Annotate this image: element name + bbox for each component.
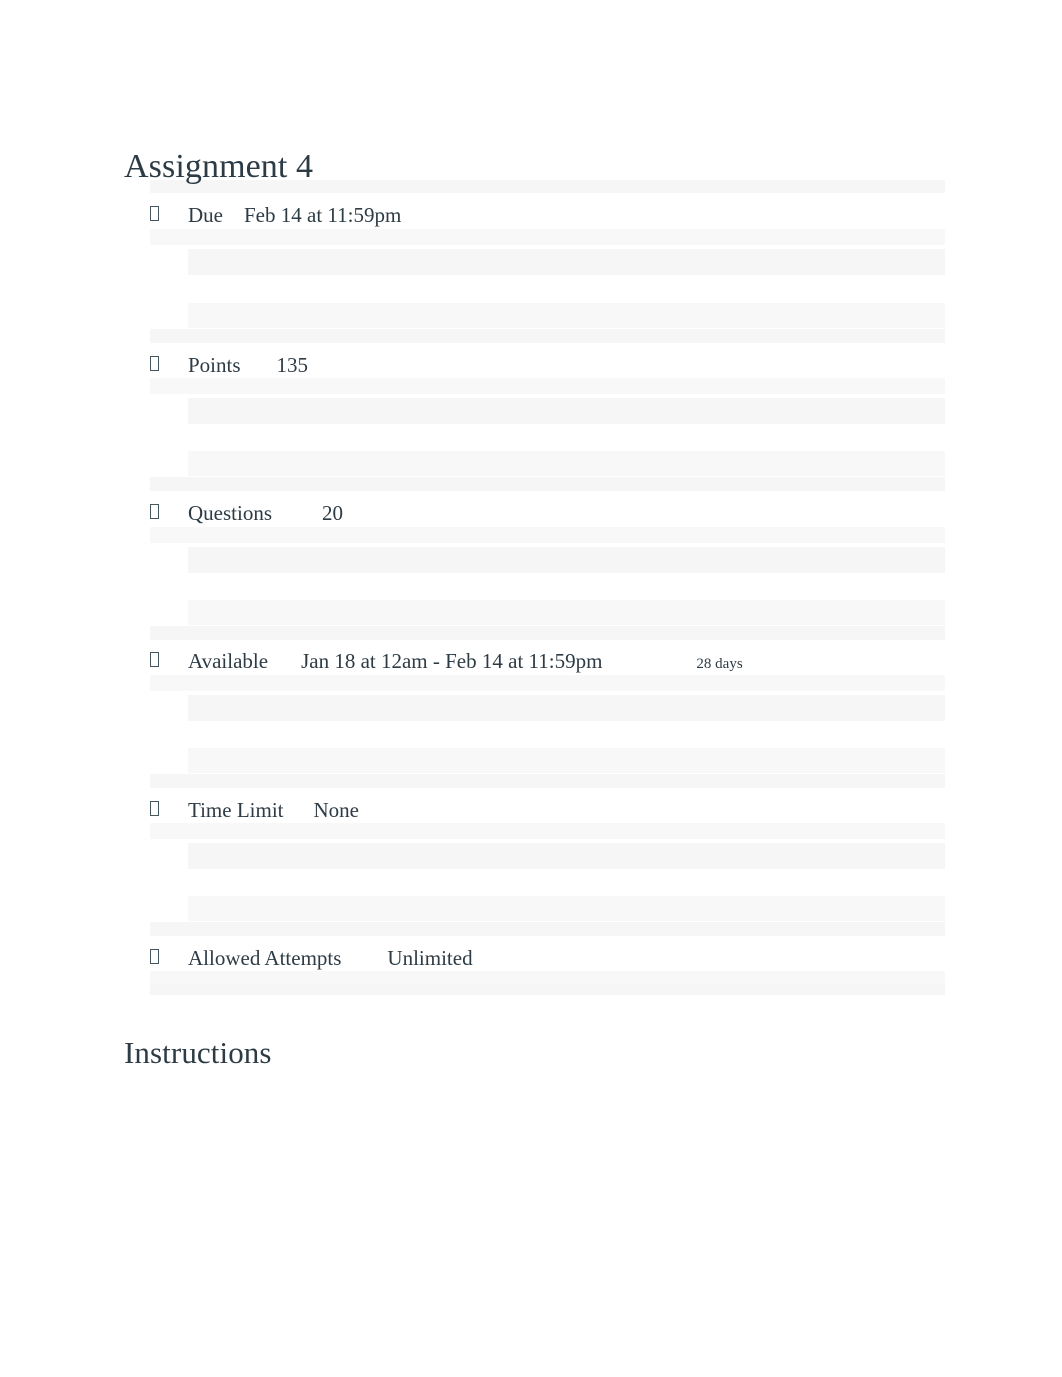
band — [188, 600, 945, 625]
detail-label: Allowed Attempts — [188, 946, 342, 970]
band — [150, 675, 945, 691]
detail-value: Unlimited — [387, 946, 473, 970]
band — [150, 971, 945, 984]
tofu-box-icon — [150, 652, 159, 667]
band — [150, 378, 945, 394]
band — [150, 477, 945, 491]
band — [150, 626, 945, 640]
band — [188, 896, 945, 921]
detail-row-points: Points 135 — [150, 351, 308, 379]
page-title: Assignment 4 — [124, 147, 314, 185]
instructions-heading: Instructions — [124, 1034, 272, 1070]
document-page: Assignment 4 Due Feb 14 at 11:59pm Point… — [0, 0, 1062, 1377]
detail-row-available: Available Jan 18 at 12am - Feb 14 at 11:… — [150, 647, 743, 675]
detail-label: Points — [188, 353, 241, 377]
tofu-box-icon — [150, 356, 159, 371]
detail-value: 135 — [276, 353, 309, 377]
tofu-box-icon — [150, 801, 159, 816]
band — [188, 451, 945, 476]
band — [150, 329, 945, 343]
detail-row-allowed-attempts: Allowed Attempts Unlimited — [150, 944, 473, 972]
band — [188, 303, 945, 328]
tofu-box-icon — [150, 504, 159, 519]
band — [150, 527, 945, 543]
detail-value: Jan 18 at 12am - Feb 14 at 11:59pm — [301, 649, 603, 673]
band — [188, 695, 945, 721]
tofu-box-icon — [150, 206, 159, 221]
band — [188, 398, 945, 424]
detail-label: Due — [188, 203, 223, 227]
band — [150, 823, 945, 839]
detail-row-time-limit: Time Limit None — [150, 796, 359, 824]
detail-value: None — [313, 798, 360, 822]
band — [150, 229, 945, 245]
detail-label: Time Limit — [188, 798, 284, 822]
detail-row-questions: Questions 20 — [150, 499, 343, 527]
band — [188, 249, 945, 275]
band — [188, 748, 945, 773]
availability-duration-badge: 28 days — [696, 656, 743, 672]
detail-value: 20 — [322, 501, 343, 525]
band — [188, 843, 945, 869]
band — [150, 984, 945, 995]
band — [150, 774, 945, 788]
band — [188, 547, 945, 573]
detail-value: Feb 14 at 11:59pm — [244, 203, 402, 227]
detail-label: Available — [188, 649, 269, 673]
detail-row-due: Due Feb 14 at 11:59pm — [150, 201, 401, 229]
band — [150, 922, 945, 936]
tofu-box-icon — [150, 949, 159, 964]
detail-label: Questions — [188, 501, 272, 525]
